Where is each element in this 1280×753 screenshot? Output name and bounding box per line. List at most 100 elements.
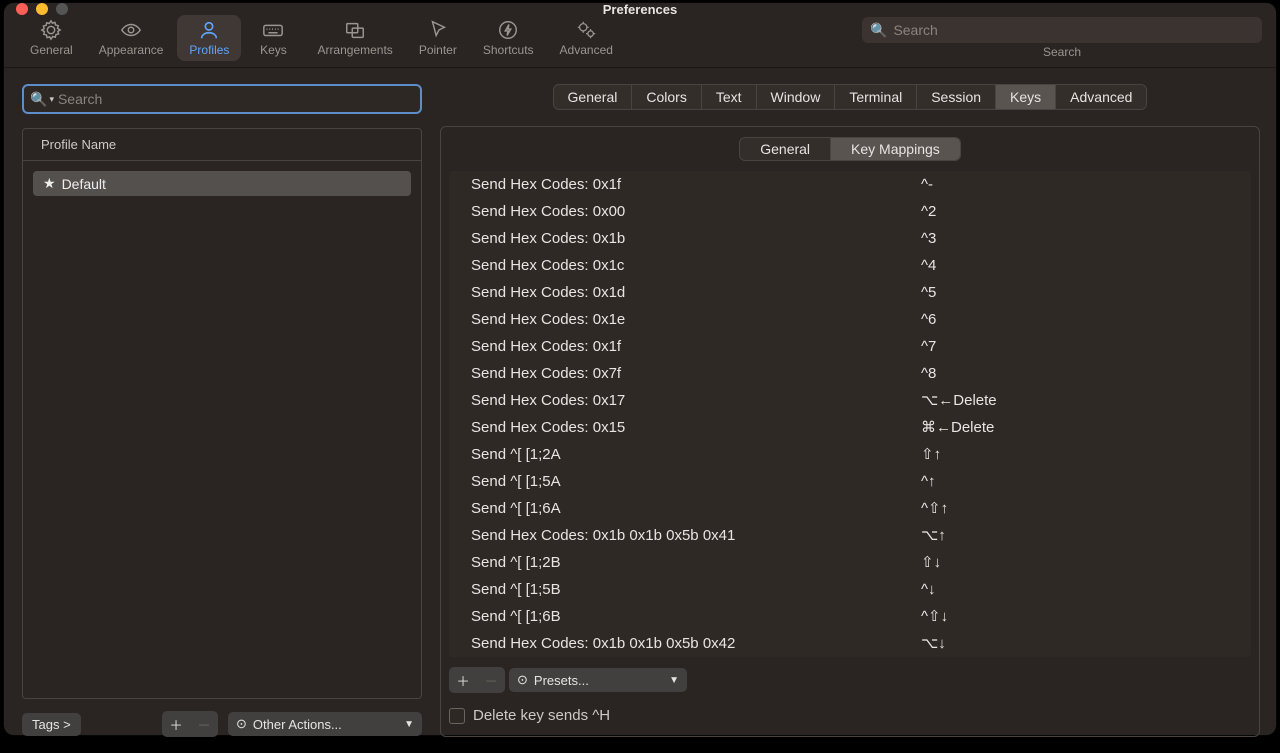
mapping-row[interactable]: Send Hex Codes: 0x1b 0x1b 0x5b 0x41⌥↑ [449,522,1251,549]
mapping-action: Send Hex Codes: 0x1b 0x1b 0x5b 0x41 [471,524,921,547]
toolbar-label: Advanced [560,43,613,57]
toolbar-arrangements[interactable]: Arrangements [305,15,404,61]
mapping-row[interactable]: Send ^[ [1;6B^⇧↓ [449,603,1251,630]
keys-pane: GeneralKey Mappings Send Hex Codes: 0x1f… [440,126,1260,737]
gear-icon [39,19,63,41]
mapping-action: Send Hex Codes: 0x1b [471,227,921,250]
mapping-shortcut: ^8 [921,362,1251,385]
content: 🔍 ▾ Profile Name ★ Default Tags > ＋ － [4,68,1276,753]
mapping-row[interactable]: Send Hex Codes: 0x17⌥←Delete [449,387,1251,414]
remove-profile-button[interactable]: － [190,711,218,737]
mapping-row[interactable]: Send ^[ [1;6A^⇧↑ [449,495,1251,522]
mapping-action: Send Hex Codes: 0x1f [471,335,921,358]
presets-label: Presets... [534,673,589,688]
gears-icon [574,19,598,41]
toolbar-label: Shortcuts [483,43,534,57]
search-input[interactable] [893,22,1254,38]
mapping-action: Send ^[ [1;2B [471,551,921,574]
delete-key-option[interactable]: Delete key sends ^H [449,707,1251,724]
toolbar-pointer[interactable]: Pointer [407,15,469,61]
titlebar: Preferences [4,3,1276,15]
tab-session[interactable]: Session [917,85,996,109]
tab-terminal[interactable]: Terminal [835,85,917,109]
profile-header: Profile Name [23,129,421,161]
mapping-action: Send Hex Codes: 0x1f [471,173,921,196]
star-icon: ★ [43,175,56,192]
mapping-shortcut: ⌥↓ [921,632,1251,655]
mapping-row[interactable]: Send Hex Codes: 0x1b 0x1b 0x5b 0x42⌥↓ [449,630,1251,657]
mapping-shortcut: ⇧↑ [921,443,1251,466]
mapping-shortcut: ⌥←Delete [921,389,1251,412]
checkbox-icon[interactable] [449,708,465,724]
search-field[interactable]: 🔍 [862,17,1262,43]
subtab-key-mappings[interactable]: Key Mappings [831,138,960,160]
mapping-action: Send ^[ [1;5A [471,470,921,493]
mapping-action: Send ^[ [1;6A [471,497,921,520]
profile-name: Default [62,176,106,192]
toolbar-keys[interactable]: Keys [243,15,303,61]
profile-row-default[interactable]: ★ Default [33,171,411,196]
toolbar-label: General [30,43,73,57]
remove-mapping-button[interactable]: － [477,667,505,693]
mapping-row[interactable]: Send ^[ [1;5A^↑ [449,468,1251,495]
mapping-row[interactable]: Send Hex Codes: 0x1f^- [449,171,1251,198]
mapping-row[interactable]: Send ^[ [1;2A⇧↑ [449,441,1251,468]
window-title: Preferences [4,2,1276,17]
mapping-shortcut: ^2 [921,200,1251,223]
preferences-window: Preferences General Appearance Profiles … [4,3,1276,735]
mapping-shortcut: ⌘←Delete [921,416,1251,439]
mapping-action: Send Hex Codes: 0x1e [471,308,921,331]
toolbar-label: Arrangements [317,43,392,57]
profile-rows: ★ Default [23,161,421,698]
toolbar-shortcuts[interactable]: Shortcuts [471,15,546,61]
add-mapping-button[interactable]: ＋ [449,667,477,693]
search-icon: 🔍 [870,22,887,39]
mapping-shortcut: ⇧↓ [921,551,1251,574]
mapping-action: Send Hex Codes: 0x15 [471,416,921,439]
mapping-action: Send ^[ [1;6B [471,605,921,628]
key-mapping-list[interactable]: Send Hex Codes: 0x1f^-Send Hex Codes: 0x… [449,171,1251,657]
keyboard-icon [261,19,285,41]
mapping-action: Send Hex Codes: 0x7f [471,362,921,385]
toolbar-appearance[interactable]: Appearance [87,15,176,61]
other-actions-label: Other Actions... [253,717,342,732]
tags-button[interactable]: Tags > [22,713,81,736]
other-actions-dropdown[interactable]: ⊙ Other Actions... ▼ [228,712,422,736]
profile-controls: Tags > ＋ － ⊙ Other Actions... ▼ [22,711,422,737]
toolbar: General Appearance Profiles Keys Arrange… [4,15,1276,68]
toolbar-profiles[interactable]: Profiles [177,15,241,61]
tab-general[interactable]: General [554,85,633,109]
mapping-row[interactable]: Send Hex Codes: 0x7f^8 [449,360,1251,387]
mapping-row[interactable]: Send Hex Codes: 0x00^2 [449,198,1251,225]
toolbar-label: Pointer [419,43,457,57]
mapping-action: Send ^[ [1;5B [471,578,921,601]
tab-colors[interactable]: Colors [632,85,701,109]
tab-text[interactable]: Text [702,85,757,109]
mapping-row[interactable]: Send ^[ [1;5B^↓ [449,576,1251,603]
add-profile-button[interactable]: ＋ [162,711,190,737]
mapping-row[interactable]: Send Hex Codes: 0x1d^5 [449,279,1251,306]
profile-search-input[interactable] [58,91,414,107]
tab-advanced[interactable]: Advanced [1056,85,1146,109]
mapping-row[interactable]: Send Hex Codes: 0x1f^7 [449,333,1251,360]
cursor-icon [426,19,450,41]
presets-dropdown[interactable]: ⊙ Presets... ▼ [509,668,687,692]
mapping-row[interactable]: Send Hex Codes: 0x15⌘←Delete [449,414,1251,441]
toolbar-advanced[interactable]: Advanced [548,15,625,61]
delete-key-label: Delete key sends ^H [473,707,610,724]
mapping-row[interactable]: Send Hex Codes: 0x1c^4 [449,252,1251,279]
profile-search[interactable]: 🔍 ▾ [22,84,422,114]
mapping-shortcut: ^5 [921,281,1251,304]
mapping-row[interactable]: Send Hex Codes: 0x1e^6 [449,306,1251,333]
windows-icon [343,19,367,41]
mapping-row[interactable]: Send Hex Codes: 0x1b^3 [449,225,1251,252]
mapping-row[interactable]: Send ^[ [1;2B⇧↓ [449,549,1251,576]
mapping-shortcut: ^↑ [921,470,1251,493]
mapping-action: Send Hex Codes: 0x00 [471,200,921,223]
tab-keys[interactable]: Keys [996,85,1056,109]
mapping-shortcut: ⌥↑ [921,524,1251,547]
tab-window[interactable]: Window [757,85,836,109]
mapping-shortcut: ^7 [921,335,1251,358]
toolbar-general[interactable]: General [18,15,85,61]
subtab-general[interactable]: General [740,138,831,160]
